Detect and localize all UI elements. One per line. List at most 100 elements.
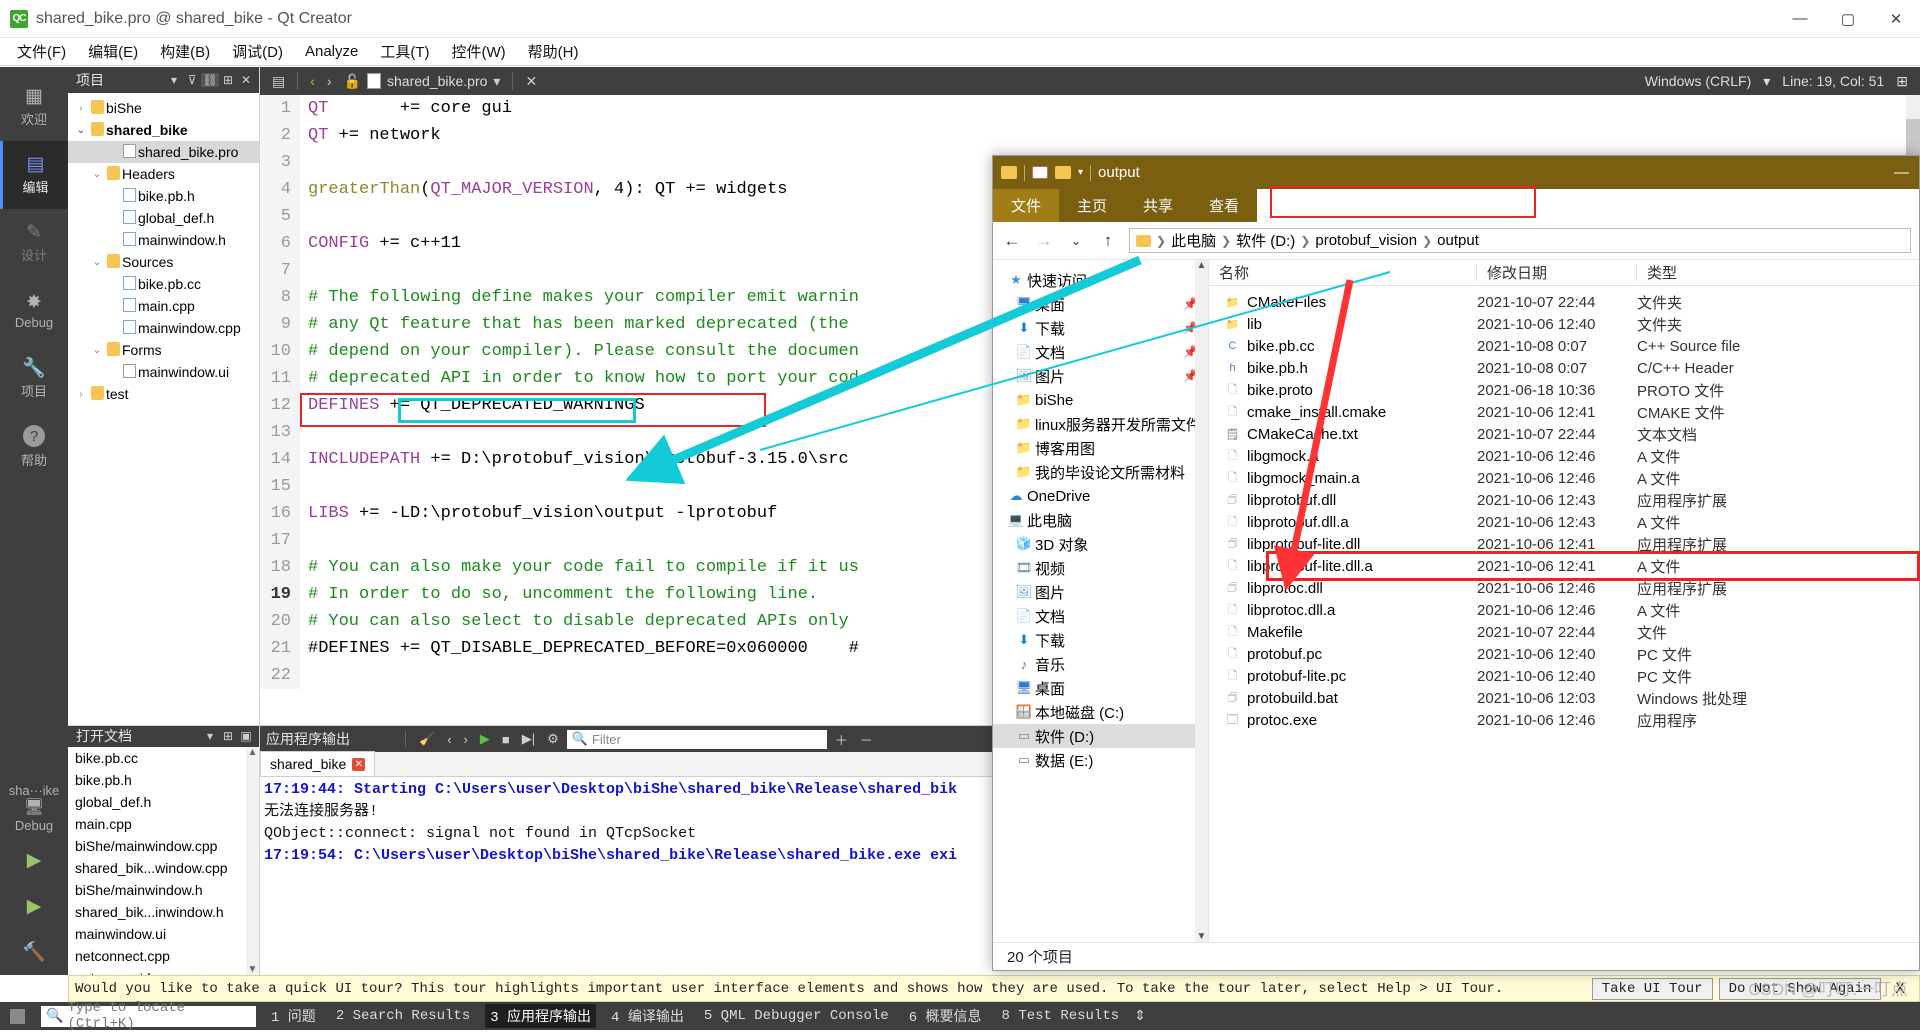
scroll-down-icon[interactable]: ▼ [248, 964, 258, 975]
tree-item-sources[interactable]: ⌄ Sources [68, 251, 259, 273]
open-document-item[interactable]: bike.pb.h [68, 769, 259, 791]
menu-file[interactable]: 文件(F) [6, 38, 77, 65]
chevron-down-icon[interactable]: ⌄ [90, 169, 104, 180]
explorer-nav-scrollbar[interactable]: ▲ ▼ [1195, 260, 1208, 942]
ribbon-tab-file[interactable]: 文件 [993, 189, 1060, 222]
unlock-icon[interactable]: 🔓 [338, 73, 367, 90]
scroll-up-icon[interactable]: ▲ [248, 747, 258, 758]
column-header-date[interactable]: 修改日期 [1477, 264, 1637, 282]
open-documents-scrollbar[interactable]: ▲ ▼ [246, 746, 259, 975]
explorer-file-list[interactable]: 📁 CMakeFiles 2021-10-07 22:44 文件夹 📁 lib 2021-1… [1209, 286, 1919, 942]
code-line[interactable]: 2 QT += network [260, 122, 1920, 149]
open-document-item[interactable]: main.cpp [68, 813, 259, 835]
nav-item-软件-D-[interactable]: ▭ 软件 (D:) [993, 724, 1208, 748]
file-row[interactable]: 🗇 libprotobuf-lite.dll 2021-10-06 12:41 应用程… [1209, 533, 1919, 555]
output-pane-button-qml-debugger-console[interactable]: 5 QML Debugger Console [699, 1006, 894, 1026]
kit-selector[interactable]: sha···ike 🖥 Debug [0, 779, 68, 837]
filter-icon[interactable]: ⊽ [183, 73, 201, 87]
mode-debug[interactable]: ✸ Debug [0, 277, 68, 345]
file-row[interactable]: 🗋 cmake_install.cmake 2021-10-06 12:41 CMAK… [1209, 401, 1919, 423]
chevron-down-icon[interactable]: ▾ [487, 73, 506, 90]
cursor-position[interactable]: Line: 19, Col: 51 [1782, 73, 1884, 89]
nav-item-3D-对象[interactable]: 🧊 3D 对象 [993, 532, 1208, 556]
mode-welcome[interactable]: ▦ 欢迎 [0, 73, 68, 141]
ribbon-tab-share[interactable]: 共享 [1125, 189, 1191, 222]
mode-edit[interactable]: ▤ 编辑 [0, 141, 68, 209]
menu-analyze[interactable]: Analyze [294, 40, 369, 63]
nav-item-OneDrive[interactable]: ☁ OneDrive [993, 484, 1208, 508]
file-row[interactable]: 🗋 protobuf-lite.pc 2021-10-06 12:40 PC 文件 [1209, 665, 1919, 687]
sidebar-toggle-icon[interactable] [10, 1008, 25, 1024]
back-arrow-icon[interactable]: ← [1001, 231, 1023, 251]
nav-item-音乐[interactable]: ♪ 音乐 [993, 652, 1208, 676]
output-pane-button-问题[interactable]: 1 问题 [266, 1004, 321, 1028]
ribbon-tab-view[interactable]: 查看 [1191, 189, 1257, 222]
file-row[interactable]: 🗇 libprotoc.dll 2021-10-06 12:46 应用程序扩展 [1209, 577, 1919, 599]
up-arrow-icon[interactable]: ↑ [1097, 231, 1119, 251]
nav-item-文档[interactable]: 📄 文档 📌 [993, 340, 1208, 364]
nav-item-数据-E-[interactable]: ▭ 数据 (E:) [993, 748, 1208, 772]
close-button[interactable]: ✕ [1872, 0, 1920, 37]
nav-item-此电脑[interactable]: 💻 此电脑 [993, 508, 1208, 532]
tree-item-bike-pb-h[interactable]: bike.pb.h [68, 185, 259, 207]
open-document-item[interactable]: shared_bik...window.cpp [68, 857, 259, 879]
file-row[interactable]: 🗋 protobuf.pc 2021-10-06 12:40 PC 文件 [1209, 643, 1919, 665]
menu-edit[interactable]: 编辑(E) [77, 38, 149, 65]
menu-window[interactable]: 控件(W) [441, 38, 517, 65]
output-tab-shared-bike[interactable]: shared_bike ✕ [260, 751, 376, 776]
tree-item-headers[interactable]: ⌄ Headers [68, 163, 259, 185]
mode-design[interactable]: ✎ 设计 [0, 209, 68, 277]
nav-item-博客用图[interactable]: 📁 博客用图 [993, 436, 1208, 460]
output-pane-button-应用程序输出[interactable]: 3 应用程序输出 [485, 1004, 597, 1028]
chevron-down-icon[interactable]: ▾ [201, 729, 219, 743]
tree-item-forms[interactable]: ⌄ Forms [68, 339, 259, 361]
chevron-right-icon[interactable]: › [74, 389, 88, 400]
output-pane-button-概要信息[interactable]: 6 概要信息 [904, 1004, 987, 1028]
run-icon[interactable]: ▶ [476, 731, 494, 747]
new-folder-icon[interactable] [1055, 166, 1071, 179]
attach-icon[interactable]: ▶| [518, 731, 539, 747]
output-filter-box[interactable]: 🔍 Filter [566, 729, 827, 749]
file-row[interactable]: 🗒 CMakeCache.txt 2021-10-07 22:44 文本文档 [1209, 423, 1919, 445]
file-row[interactable]: 🗋 Makefile 2021-10-07 22:44 文件 [1209, 621, 1919, 643]
open-document-item[interactable]: bike.pb.cc [68, 747, 259, 769]
back-arrow-icon[interactable]: ‹ [304, 73, 321, 89]
nav-item-视频[interactable]: 🎞 视频 [993, 556, 1208, 580]
address-bar[interactable]: ❯ 此电脑 ❯ 软件 (D:) ❯ protobuf_vision ❯ outp… [1129, 228, 1911, 253]
properties-icon[interactable] [1032, 166, 1048, 179]
tree-item-shared-bike-pro[interactable]: shared_bike.pro [68, 141, 259, 163]
column-header-type[interactable]: 类型 [1637, 264, 1919, 282]
tree-item-test[interactable]: › test [68, 383, 259, 405]
next-icon[interactable]: › [460, 732, 472, 747]
build-button[interactable]: 🔨 [0, 929, 68, 975]
split-icon[interactable]: ⊞ [219, 729, 237, 743]
nav-item-快速访问[interactable]: ★ 快速访问 [993, 268, 1208, 292]
file-row[interactable]: 📁 CMakeFiles 2021-10-07 22:44 文件夹 [1209, 291, 1919, 313]
tree-item-mainwindow-cpp[interactable]: mainwindow.cpp [68, 317, 259, 339]
output-pane-button-test-results[interactable]: 8 Test Results [997, 1006, 1125, 1026]
file-row[interactable]: 🗋 bike.proto 2021-06-18 10:36 PROTO 文件 [1209, 379, 1919, 401]
split-editor-icon[interactable]: ▤ [266, 73, 291, 90]
locator-input[interactable]: 🔍 Type to locate (Ctrl+K) [41, 1000, 256, 1032]
file-row[interactable]: 🗋 libprotobuf.dll.a 2021-10-06 12:43 A 文件 [1209, 511, 1919, 533]
chevron-down-icon[interactable]: ▾ [1763, 73, 1770, 90]
file-row[interactable]: 🗇 protobuild.bat 2021-10-06 12:03 Windows 批… [1209, 687, 1919, 709]
code-line[interactable]: 1 QT += core gui [260, 95, 1920, 122]
tree-item-global-def-h[interactable]: global_def.h [68, 207, 259, 229]
open-document-item[interactable]: netconnect.cpp [68, 945, 259, 967]
stop-icon[interactable]: ■ [498, 732, 514, 747]
prev-icon[interactable]: ‹ [443, 732, 455, 747]
customize-chevron-icon[interactable]: ▾ [1078, 167, 1083, 178]
file-row[interactable]: 🗋 libgmock_main.a 2021-10-06 12:46 A 文件 [1209, 467, 1919, 489]
menu-build[interactable]: 构建(B) [149, 38, 221, 65]
forward-arrow-icon[interactable]: → [1033, 231, 1055, 251]
chevron-down-icon[interactable]: ⌄ [90, 345, 104, 356]
menu-help[interactable]: 帮助(H) [517, 38, 590, 65]
nav-item-文档[interactable]: 📄 文档 [993, 604, 1208, 628]
breadcrumb-output[interactable]: output [1437, 232, 1479, 249]
breadcrumb-this-pc[interactable]: 此电脑 [1171, 230, 1216, 251]
nav-item-下载[interactable]: ⬇ 下载 📌 [993, 316, 1208, 340]
file-row[interactable]: 🗇 libprotobuf.dll 2021-10-06 12:43 应用程序扩展 [1209, 489, 1919, 511]
breadcrumb-protobuf-vision[interactable]: protobuf_vision [1315, 232, 1417, 249]
output-pane-button-编译输出[interactable]: 4 编译输出 [606, 1004, 689, 1028]
